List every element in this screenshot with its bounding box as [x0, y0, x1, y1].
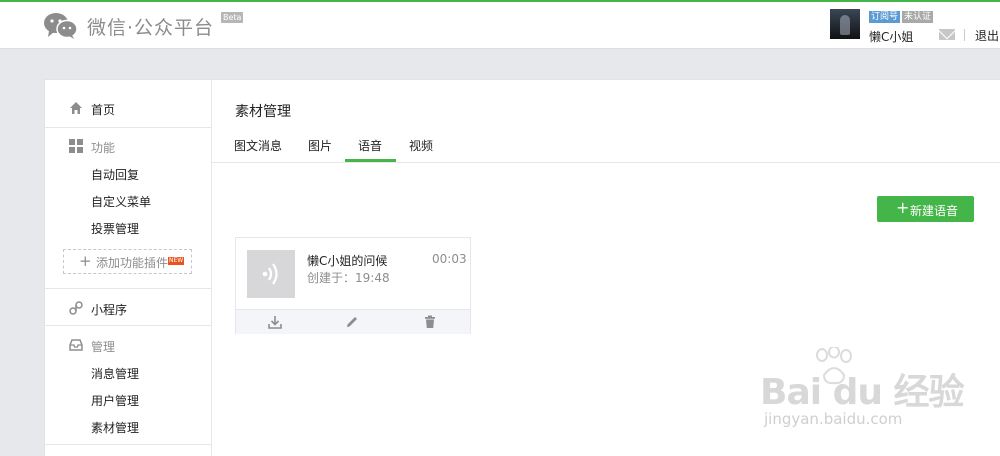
- inbox-icon: [69, 339, 83, 351]
- sidebar-section-manage: 管理: [45, 333, 211, 357]
- voice-wave-icon: [262, 263, 278, 285]
- new-voice-label: 新建语音: [910, 204, 959, 218]
- sidebar-section-label: 功能: [91, 141, 116, 155]
- sidebar-divider: [45, 288, 211, 289]
- sidebar-item-vote-manage[interactable]: 投票管理: [91, 220, 139, 237]
- plus-icon: +: [79, 252, 92, 270]
- tab-news[interactable]: 图文消息: [234, 137, 282, 154]
- verify-status-badge: 未认证: [902, 11, 934, 23]
- tab-voice[interactable]: 语音: [358, 137, 382, 154]
- sidebar-item-home[interactable]: 首页: [45, 96, 211, 120]
- header-divider: [964, 29, 965, 41]
- sidebar-item-auto-reply[interactable]: 自动回复: [91, 166, 139, 183]
- sidebar-divider: [45, 444, 211, 445]
- avatar[interactable]: [830, 9, 860, 39]
- add-plugin-button[interactable]: + 添加功能插件 NEW: [63, 249, 192, 274]
- voice-created-time: 创建于：19:48: [307, 271, 390, 285]
- sidebar-section-label: 管理: [91, 340, 116, 354]
- baidu-jingyan-watermark: Bai du 经验 jingyan.baidu.com: [742, 343, 992, 438]
- account-type-badge: 订阅号: [869, 11, 901, 23]
- sidebar-divider: [45, 127, 211, 128]
- page-title: 素材管理: [235, 104, 291, 120]
- new-badge: NEW: [168, 257, 185, 265]
- sidebar-section-features: 功能: [45, 134, 211, 158]
- voice-actions-bar: [236, 309, 470, 334]
- sidebar-item-label: 小程序: [91, 303, 128, 317]
- voice-duration: 00:03: [432, 252, 467, 266]
- sidebar-item-label: 首页: [91, 103, 116, 117]
- sidebar-item-miniprogram[interactable]: 小程序: [45, 296, 211, 320]
- wechat-logo[interactable]: 微信·公众平台: [43, 12, 214, 40]
- plus-icon: +: [896, 198, 910, 217]
- add-plugin-label: 添加功能插件: [96, 256, 169, 270]
- sidebar-item-user-manage[interactable]: 用户管理: [91, 392, 139, 409]
- watermark-text: Bai du 经验: [760, 372, 965, 413]
- voice-thumbnail: [247, 250, 295, 298]
- watermark-url: jingyan.baidu.com: [764, 410, 903, 428]
- edit-pencil-icon[interactable]: [344, 314, 360, 330]
- sidebar-divider: [45, 325, 211, 326]
- material-tabs: 图文消息 图片 语音 视频: [211, 126, 1000, 163]
- sidebar: 首页 功能 自动回复 自定义菜单 投票管理 + 添加功能插件 NEW 小程序 管…: [45, 80, 212, 456]
- top-header: 微信·公众平台 Beta 订阅号 未认证 懒C小姐 退出: [0, 2, 1000, 49]
- tab-video[interactable]: 视频: [409, 137, 433, 154]
- link-icon: [69, 301, 83, 315]
- voice-item-card[interactable]: 懒C小姐的问候 00:03 创建于：19:48: [235, 237, 471, 334]
- sidebar-item-message-manage[interactable]: 消息管理: [91, 365, 139, 382]
- voice-name: 懒C小姐的问候: [307, 254, 388, 268]
- sidebar-item-custom-menu[interactable]: 自定义菜单: [91, 193, 151, 210]
- sidebar-item-material-manage[interactable]: 素材管理: [91, 419, 139, 436]
- grid-icon: [69, 139, 83, 153]
- new-voice-button[interactable]: + 新建语音: [877, 196, 974, 222]
- active-tab-indicator: [345, 159, 396, 162]
- home-icon: [70, 102, 82, 114]
- tab-images[interactable]: 图片: [308, 137, 332, 154]
- platform-title: 微信·公众平台: [87, 16, 215, 39]
- mail-icon[interactable]: [939, 29, 955, 40]
- wechat-icon: [44, 13, 78, 39]
- download-icon[interactable]: [267, 314, 283, 330]
- logout-link[interactable]: 退出: [975, 27, 999, 44]
- trash-icon[interactable]: [422, 314, 438, 330]
- beta-badge: Beta: [221, 12, 244, 23]
- account-name[interactable]: 懒C小姐: [869, 28, 913, 45]
